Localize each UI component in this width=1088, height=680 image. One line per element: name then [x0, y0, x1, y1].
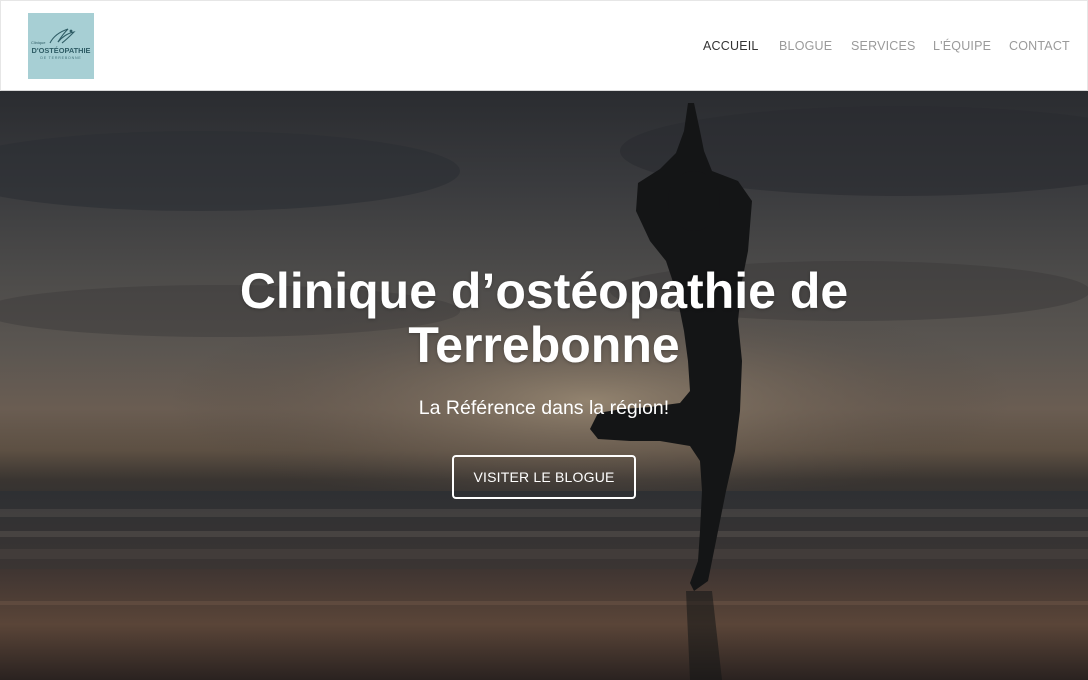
site-header: Clinique D'OSTÉOPATHIE DE TERREBONNE ACC…: [0, 0, 1088, 91]
logo-main-text: D'OSTÉOPATHIE: [31, 46, 91, 55]
hero-title: Clinique d’ostéopathie de Terrebonne: [144, 264, 944, 372]
visit-blog-button[interactable]: VISITER LE BLOGUE: [452, 455, 636, 499]
nav-accueil[interactable]: ACCUEIL: [703, 39, 759, 53]
nav-blogue[interactable]: BLOGUE: [779, 39, 832, 53]
logo-small-text: Clinique: [31, 40, 46, 45]
nav-services[interactable]: SERVICES: [851, 39, 916, 53]
nav-contact[interactable]: CONTACT: [1009, 39, 1070, 53]
hero-banner: Clinique d’ostéopathie de Terrebonne La …: [0, 91, 1088, 680]
hero-title-line1: Clinique d’ostéopathie de: [239, 263, 849, 319]
hero-subtitle: La Référence dans la région!: [418, 397, 670, 419]
hero-content: Clinique d’ostéopathie de Terrebonne La …: [0, 91, 1088, 680]
clinic-logo[interactable]: Clinique D'OSTÉOPATHIE DE TERREBONNE: [28, 13, 94, 79]
nav-equipe[interactable]: L'ÉQUIPE: [933, 39, 991, 53]
logo-sub-text: DE TERREBONNE: [40, 56, 82, 60]
hero-title-line2: Terrebonne: [408, 317, 680, 373]
